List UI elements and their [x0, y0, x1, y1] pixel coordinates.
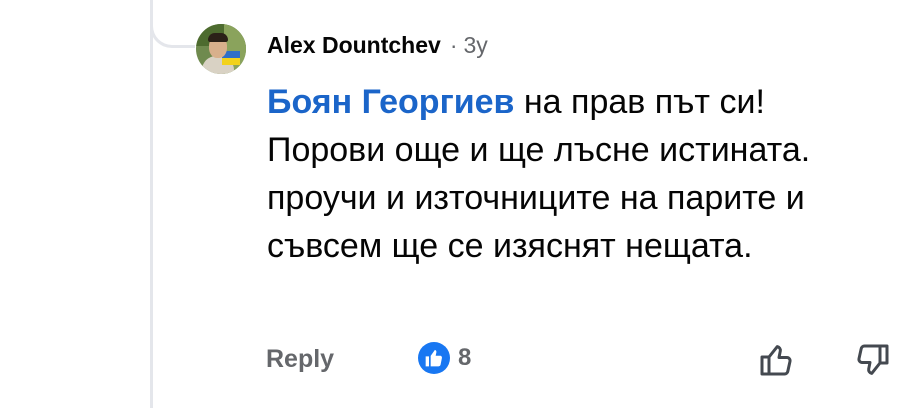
thread-connector [150, 0, 195, 48]
thread-line [150, 0, 153, 408]
like-count: 8 [458, 344, 472, 371]
thumbs-up-icon [418, 342, 450, 374]
thumbs-down-outline-icon[interactable] [853, 340, 893, 380]
separator-dot: · [449, 32, 458, 58]
author-name[interactable]: Alex Dountchev [267, 29, 441, 61]
comment-body: Боян Георгиев на прав път си! Порови още… [267, 78, 887, 270]
reply-button[interactable]: Reply [266, 343, 334, 375]
comment-header: Alex Dountchev · 3y [267, 29, 488, 61]
avatar[interactable] [196, 24, 246, 74]
like-reaction[interactable]: 8 [418, 342, 471, 374]
thumbs-up-outline-icon[interactable] [756, 340, 796, 380]
timestamp[interactable]: 3y [464, 29, 488, 61]
mention-link[interactable]: Боян Георгиев [267, 83, 514, 121]
